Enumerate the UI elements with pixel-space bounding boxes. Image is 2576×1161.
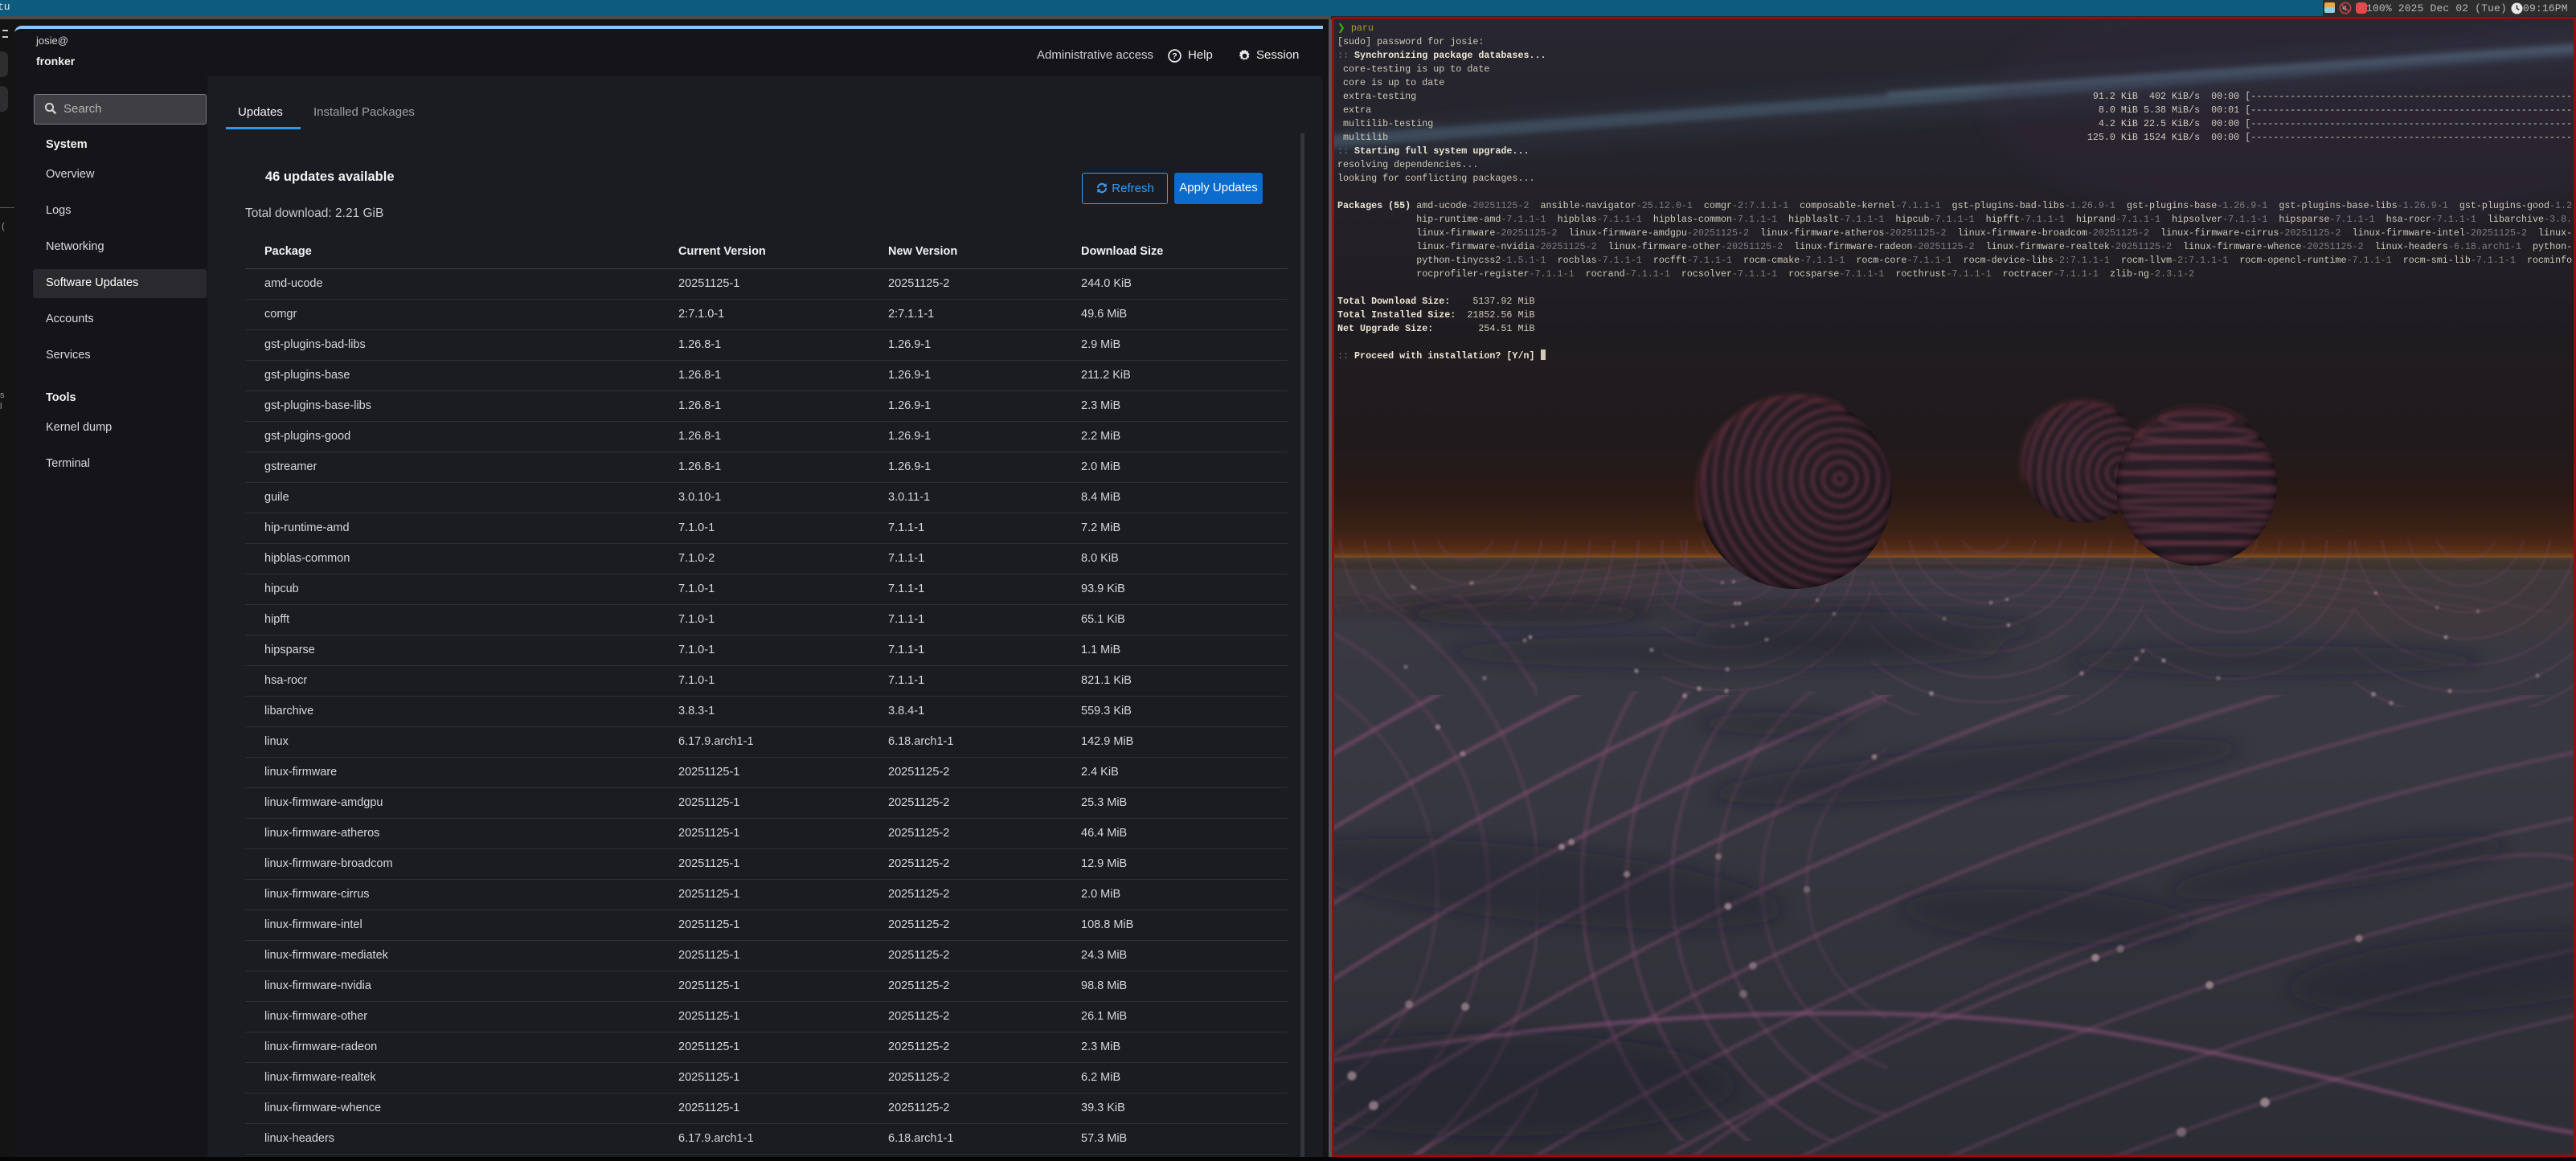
svg-text:?: ? bbox=[1172, 51, 1177, 61]
